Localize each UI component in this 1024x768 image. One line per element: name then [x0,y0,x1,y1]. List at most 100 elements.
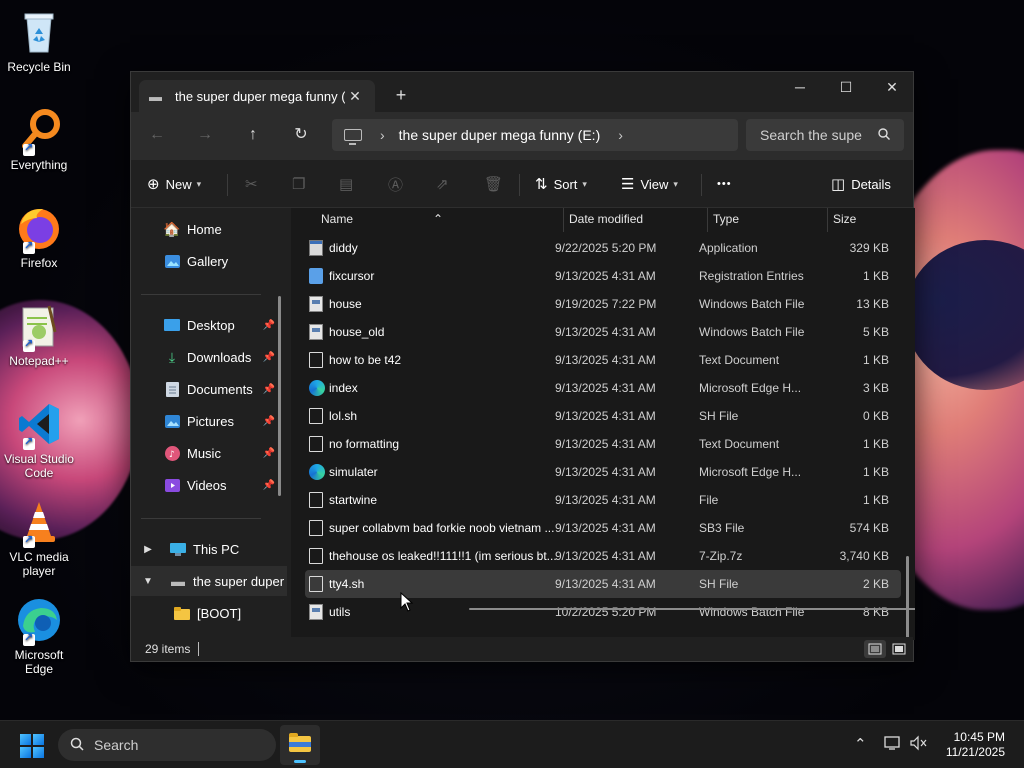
chevron-down-icon[interactable]: ▼ [141,576,155,587]
clock[interactable]: 10:45 PM 11/21/2025 [946,730,1005,760]
taskbar-file-explorer[interactable] [280,725,320,765]
file-row[interactable]: house_old 9/13/2025 4:31 AM Windows Batch … [305,318,901,346]
delete-button[interactable]: 🗑 [484,172,509,196]
sidebar-item-desktop[interactable]: Desktop 📌 [131,310,287,340]
show-hidden-icons-chevron-icon[interactable]: ⌃ [854,735,867,753]
title-bar[interactable]: ▬ the super duper mega funny (E: ✕ + ─ ☐… [131,72,913,112]
pin-icon[interactable]: 📌 [263,480,275,491]
file-list[interactable]: ⌃ Name Date modified Type Size diddy 9/22… [291,208,915,640]
file-row[interactable]: house 9/19/2025 7:22 PM Windows Batch File… [305,290,901,318]
sidebar-item-home[interactable]: 🏠 Home [131,214,287,244]
file-row[interactable]: utils 10/2/2025 5:20 PM Windows Batch File… [305,598,901,626]
details-pane-button[interactable]: ◫ Details [831,172,891,196]
close-button[interactable]: ✕ [869,72,915,104]
horizontal-scrollbar[interactable] [469,608,915,610]
file-blank-icon [309,352,323,368]
forward-arrow-icon[interactable]: → [191,124,219,148]
details-view-button[interactable] [864,640,886,658]
file-row[interactable]: simulater 9/13/2025 4:31 AM Microsoft Edge… [305,458,901,486]
start-button[interactable] [20,734,44,758]
desktop-icon-everything[interactable]: Everything [4,106,74,172]
search-input[interactable]: Search the supe [746,119,904,151]
sidebar-item-downloads[interactable]: ⤓ Downloads 📌 [131,342,287,372]
clock-time: 10:45 PM [953,730,1005,744]
file-row[interactable]: startwine 9/13/2025 4:31 AM File 1 KB [305,486,901,514]
file-name: house [329,297,362,311]
file-app-icon [309,240,323,256]
desktop-icon-edge[interactable]: Microsoft Edge [4,596,74,676]
sidebar-item-pictures[interactable]: Pictures 📌 [131,406,287,436]
share-button[interactable]: ⇗ [436,172,455,196]
navigation-bar: ← → ↑ ↻ › the super duper mega funny (E:… [131,112,913,160]
file-row[interactable]: fixcursor 9/13/2025 4:31 AM Registration E… [305,262,901,290]
rename-button[interactable]: Ⓐ [388,172,409,196]
pin-icon[interactable]: 📌 [263,384,275,395]
tab-drive[interactable]: ▬ the super duper mega funny (E: ✕ [139,80,375,112]
speaker-muted-icon[interactable] [910,735,928,755]
sidebar-item-videos[interactable]: Videos 📌 [131,470,287,500]
desktop-icon-vscode[interactable]: Visual Studio Code [4,400,74,480]
minimize-button[interactable]: ─ [777,72,823,104]
file-row[interactable]: lol.sh 9/13/2025 4:31 AM SH File 0 KB [305,402,901,430]
column-header-name[interactable]: Name [321,212,353,226]
chevron-right-icon[interactable]: › [380,127,385,143]
chevron-right-icon[interactable]: › [618,127,623,143]
column-divider[interactable] [707,208,708,232]
sidebar-item-gallery[interactable]: Gallery [131,246,287,276]
sidebar-item-this-pc[interactable]: ▶ This PC [131,534,287,564]
paste-button[interactable]: ▤ [339,172,359,196]
back-arrow-icon[interactable]: ← [143,124,171,148]
file-date: 9/13/2025 4:31 AM [555,269,656,283]
new-tab-button[interactable]: + [389,84,413,108]
sidebar-item-music[interactable]: ♪ Music 📌 [131,438,287,468]
desktop-icon-recycle-bin[interactable]: Recycle Bin [4,8,74,74]
cut-button[interactable]: ✂ [245,172,264,196]
file-type: 7-Zip.7z [699,549,743,563]
taskbar-search[interactable]: Search [58,729,276,761]
maximize-button[interactable]: ☐ [823,72,869,104]
sidebar-item-drive[interactable]: ▼ ▬ the super duper [131,566,287,596]
file-row[interactable]: how to be t42 9/13/2025 4:31 AM Text Docum… [305,346,901,374]
display-icon[interactable] [884,735,902,755]
desktop-icon-vlc[interactable]: VLC media player [4,498,74,578]
sort-button[interactable]: ⇅ Sort ▾ [535,172,587,196]
pin-icon[interactable]: 📌 [263,352,275,363]
column-header-date[interactable]: Date modified [569,212,643,226]
file-size: 3 KB [862,381,889,395]
file-name: super collabvm bad forkie noob vietnam .… [329,521,555,535]
sidebar-scrollbar[interactable] [278,296,281,496]
column-divider[interactable] [563,208,564,232]
file-row[interactable]: no formatting 9/13/2025 4:31 AM Text Docum… [305,430,901,458]
sidebar-item-documents[interactable]: Documents 📌 [131,374,287,404]
column-header-size[interactable]: Size [833,212,856,226]
pin-icon[interactable]: 📌 [263,448,275,459]
file-date: 9/13/2025 4:31 AM [555,549,656,563]
pin-icon[interactable]: 📌 [263,416,275,427]
desktop-icon-firefox[interactable]: Firefox [4,204,74,270]
desktop-icon-notepad-plus-plus[interactable]: Notepad++ [4,302,74,368]
refresh-icon[interactable]: ↻ [287,124,315,148]
up-arrow-icon[interactable]: ↑ [239,124,267,148]
file-row[interactable]: tty4.sh 9/13/2025 4:31 AM SH File 2 KB [305,570,901,598]
file-row[interactable]: super collabvm bad forkie noob vietnam .… [305,514,901,542]
chevron-right-icon[interactable]: ▶ [141,544,155,555]
address-bar[interactable]: › the super duper mega funny (E:) › [332,119,738,151]
file-explorer-window[interactable]: ▬ the super duper mega funny (E: ✕ + ─ ☐… [130,71,915,662]
close-tab-icon[interactable]: ✕ [345,88,365,105]
column-divider[interactable] [827,208,828,232]
new-button[interactable]: ⊕ New ▾ [147,172,201,196]
sidebar-item-boot[interactable]: [BOOT] [131,598,287,628]
file-row[interactable]: diddy 9/22/2025 5:20 PM Application 329 KB [305,234,901,262]
file-row[interactable]: index 9/13/2025 4:31 AM Microsoft Edge H..… [305,374,901,402]
tiles-view-button[interactable] [888,640,910,658]
copy-button[interactable]: ❐ [292,172,311,196]
vertical-scrollbar[interactable] [906,556,909,640]
more-options-button[interactable]: ••• [717,172,732,196]
file-type: SH File [699,409,739,423]
view-button[interactable]: ☰ View ▾ [621,172,678,196]
column-header-type[interactable]: Type [713,212,739,226]
pin-icon[interactable]: 📌 [263,320,275,331]
file-row[interactable]: thehouse os leaked!!111!!1 (im serious b… [305,542,901,570]
navigation-pane[interactable]: 🏠 Home Gallery Desktop 📌 ⤓ Downloads 📌 D… [131,208,289,640]
breadcrumb-drive[interactable]: the super duper mega funny (E:) [399,127,601,143]
